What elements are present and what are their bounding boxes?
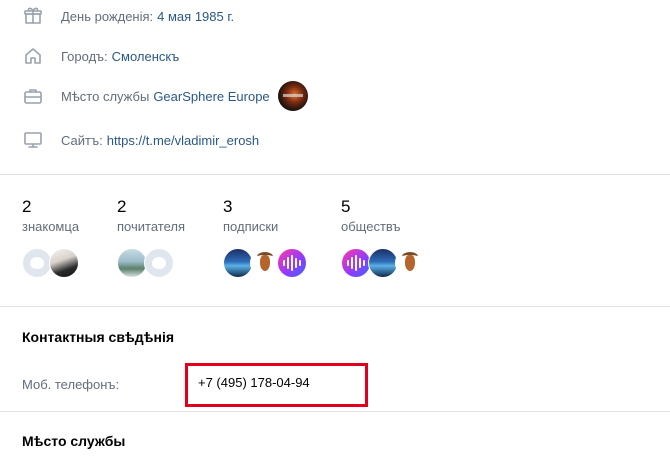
work-link[interactable]: GearSphere Europe — [153, 89, 269, 104]
city-label: Городъ: — [61, 48, 108, 64]
counter-followers[interactable]: 2 почитателя — [117, 196, 185, 278]
work-row: Мѣсто службы GearSphere Europe — [22, 81, 308, 111]
phone-label: Моб. телефонъ: — [22, 377, 120, 392]
counter-count: 2 — [22, 197, 32, 216]
city-row: Городъ: Смоленскъ — [22, 44, 179, 68]
site-label: Сайтъ: — [61, 132, 103, 148]
birthday-link[interactable]: 4 мая 1985 г. — [157, 9, 234, 24]
company-logo[interactable] — [277, 81, 308, 111]
counter-caption: обществъ — [341, 219, 401, 234]
avatar-list — [117, 248, 185, 278]
avatar[interactable] — [22, 248, 52, 278]
gift-icon — [22, 5, 44, 27]
avatar[interactable] — [368, 248, 398, 278]
divider — [0, 306, 670, 307]
avatar[interactable] — [277, 248, 307, 278]
contacts-title: Контактныя свѣдѣнія — [22, 329, 174, 345]
avatar[interactable] — [144, 248, 174, 278]
birthday-label: День рожденія: — [61, 8, 154, 24]
avatar[interactable] — [223, 248, 253, 278]
monitor-icon — [22, 129, 44, 151]
site-link[interactable]: https://t.me/vladimir_erosh — [107, 133, 259, 148]
briefcase-icon — [22, 85, 44, 107]
counter-communities[interactable]: 5 обществъ — [341, 196, 425, 278]
avatar-list — [223, 248, 307, 278]
avatar[interactable] — [117, 248, 147, 278]
counter-caption: подписки — [223, 219, 279, 234]
avatar[interactable] — [250, 248, 280, 278]
avatar-list — [341, 248, 425, 278]
work-section-title: Мѣсто службы — [22, 433, 126, 449]
counter-count: 3 — [223, 197, 233, 216]
divider — [0, 411, 670, 412]
divider — [0, 174, 670, 175]
counter-count: 2 — [117, 197, 127, 216]
counter-caption: знакомца — [22, 219, 80, 234]
city-link[interactable]: Смоленскъ — [112, 49, 180, 64]
avatar-list — [22, 248, 79, 278]
highlight-box — [185, 363, 368, 407]
home-icon — [22, 45, 44, 67]
counter-friends[interactable]: 2 знакомца — [22, 196, 79, 278]
avatar[interactable] — [49, 248, 79, 278]
work-label: Мѣсто службы — [61, 88, 150, 104]
birthday-row: День рожденія: 4 мая 1985 г. — [22, 4, 234, 28]
avatar[interactable] — [341, 248, 371, 278]
site-row: Сайтъ: https://t.me/vladimir_erosh — [22, 128, 259, 152]
avatar[interactable] — [395, 248, 425, 278]
counter-subscriptions[interactable]: 3 подписки — [223, 196, 307, 278]
counter-caption: почитателя — [117, 219, 186, 234]
counter-count: 5 — [341, 197, 351, 216]
